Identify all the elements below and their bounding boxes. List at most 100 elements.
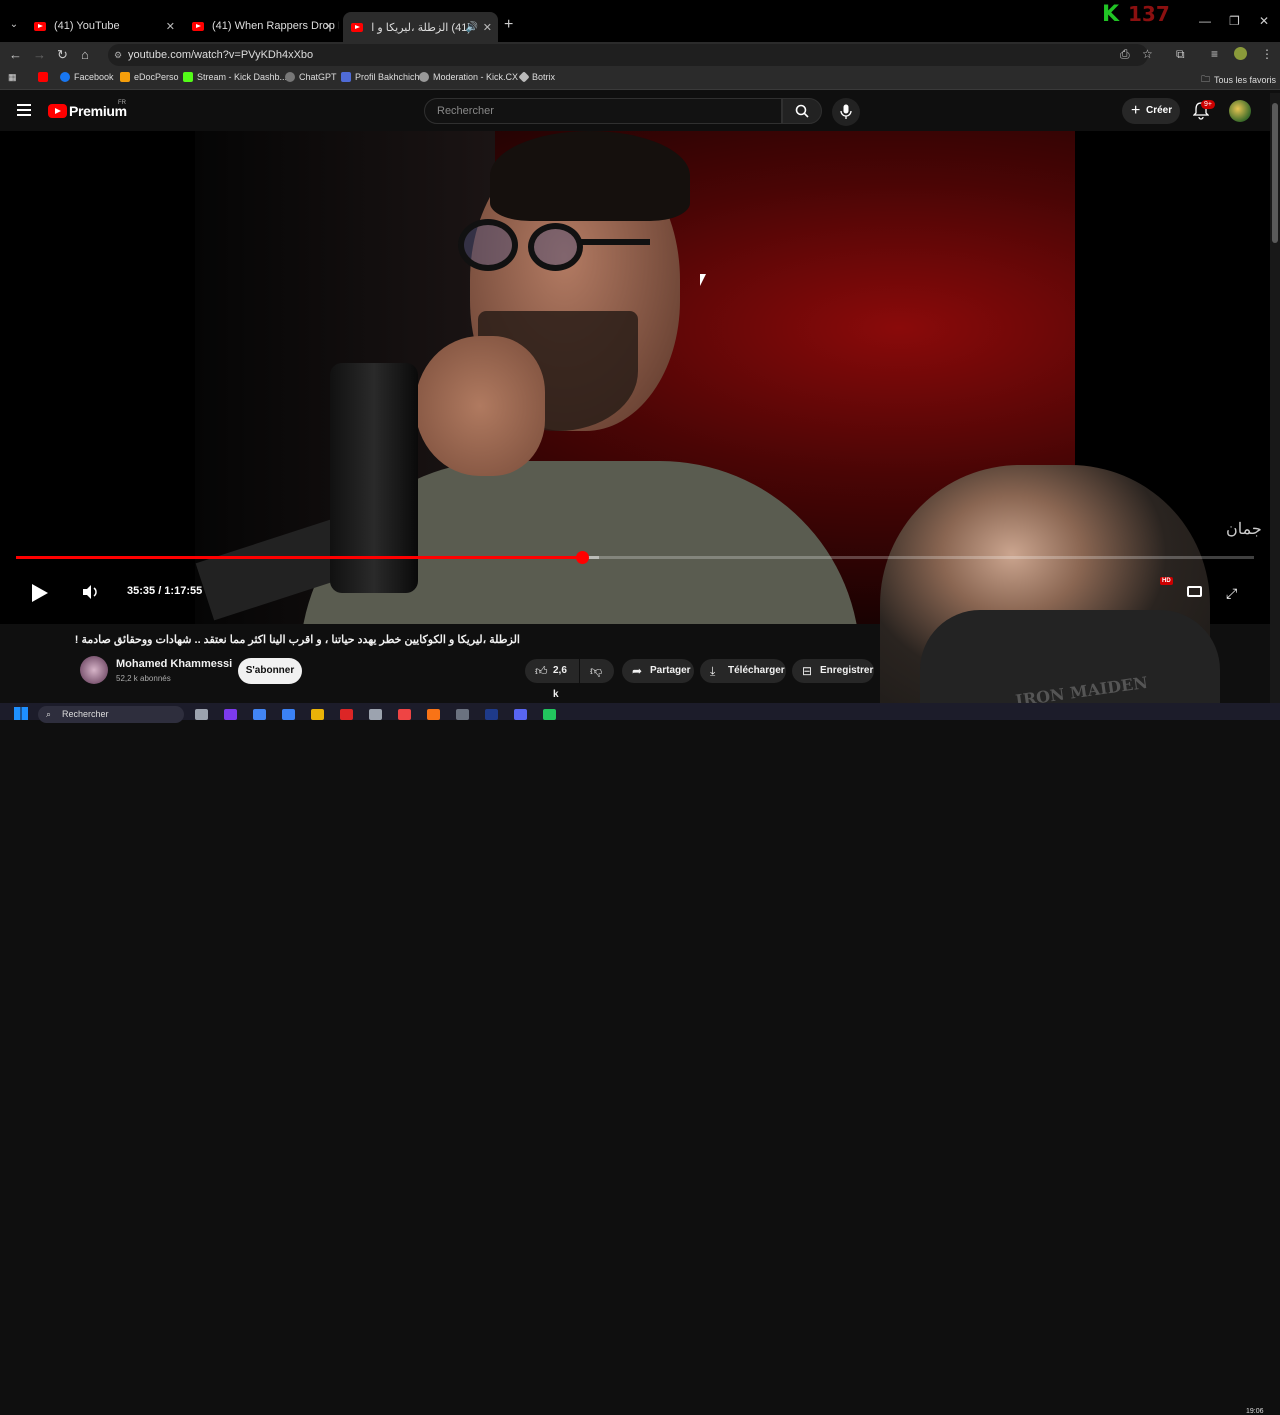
bookmark-label: eDocPerso bbox=[134, 72, 179, 82]
all-favorites-folder[interactable]: 🗀 Tous les favoris bbox=[1201, 72, 1276, 88]
bookmark-star-icon[interactable]: ☆ bbox=[1142, 47, 1153, 61]
search-input[interactable]: Rechercher bbox=[424, 98, 782, 124]
subscriber-count: 52,2 k abonnés bbox=[116, 674, 171, 683]
taskbar-app-icon[interactable] bbox=[514, 709, 527, 720]
taskbar-app-icon[interactable] bbox=[456, 709, 469, 720]
close-tab-icon[interactable]: ✕ bbox=[483, 21, 492, 34]
extensions-icon[interactable]: ⧉ bbox=[1176, 47, 1185, 62]
moderation-icon bbox=[419, 72, 429, 82]
save-button[interactable]: ⊟ Enregistrer bbox=[792, 659, 874, 683]
bookmark-moderation-kick[interactable]: Moderation - Kick.CX bbox=[419, 72, 518, 82]
back-button[interactable]: ← bbox=[9, 47, 22, 62]
channel-name[interactable]: Mohamed Khammessi bbox=[116, 658, 232, 670]
taskbar-app-icon[interactable] bbox=[311, 709, 324, 720]
video-person-glasses-arm bbox=[580, 239, 650, 245]
like-count: 2,6 k bbox=[553, 665, 567, 700]
facebook-icon bbox=[60, 72, 70, 82]
account-avatar[interactable] bbox=[1229, 100, 1251, 122]
taskbar-app-icon[interactable] bbox=[224, 709, 237, 720]
share-button[interactable]: ➦ Partager bbox=[622, 659, 694, 683]
dislike-button[interactable]: 👎︎ bbox=[580, 659, 614, 683]
bookmark-label: Facebook bbox=[74, 72, 114, 82]
search-button[interactable] bbox=[782, 98, 822, 124]
taskbar-app-icon[interactable] bbox=[485, 709, 498, 720]
botrix-icon bbox=[518, 71, 530, 83]
windows-start-icon[interactable] bbox=[14, 707, 28, 720]
close-window-button[interactable]: ✕ bbox=[1259, 14, 1269, 28]
bookmark-edocperso[interactable]: eDocPerso bbox=[120, 72, 179, 82]
new-tab-button[interactable]: + bbox=[504, 16, 513, 34]
taskbar-search[interactable]: ⌕ Rechercher bbox=[38, 706, 184, 723]
video-person-glasses-left bbox=[458, 219, 518, 271]
menu-icon[interactable] bbox=[17, 104, 31, 116]
fullscreen-icon[interactable]: ⤢ bbox=[1226, 585, 1237, 602]
minimize-button[interactable]: — bbox=[1199, 14, 1211, 28]
browser-menu-icon[interactable]: ⋮ bbox=[1261, 47, 1273, 61]
profile-avatar-icon[interactable] bbox=[1234, 47, 1247, 60]
audio-playing-icon[interactable]: 🔊 bbox=[466, 22, 478, 33]
taskbar-app-icon[interactable] bbox=[398, 709, 411, 720]
bookmark-facebook[interactable]: Facebook bbox=[60, 72, 114, 82]
bookmark-chatgpt[interactable]: ChatGPT bbox=[285, 72, 337, 82]
tab-rappers-video[interactable]: (41) When Rappers Drop Rand ✕ bbox=[184, 14, 339, 38]
bookmark-profil-bakhchich[interactable]: Profil Bakhchich bbox=[341, 72, 420, 82]
forward-button[interactable]: → bbox=[33, 47, 46, 62]
tab-current-video[interactable]: (41) الزطلة ،ليريكا و الكوكايين 🔊 ✕ bbox=[343, 12, 498, 42]
youtube-logo-icon[interactable] bbox=[48, 104, 67, 118]
youtube-header: Premium FR Rechercher + Créer 9+ bbox=[0, 90, 1280, 132]
youtube-favicon-icon bbox=[351, 22, 363, 32]
tab-label: (41) الزطلة ،ليريكا و الكوكايين bbox=[371, 21, 471, 34]
volume-icon[interactable] bbox=[82, 584, 100, 600]
scrubber-handle[interactable] bbox=[575, 551, 589, 564]
bookmark-site-icon bbox=[341, 72, 351, 82]
maximize-button[interactable]: ❐ bbox=[1229, 14, 1240, 28]
bookmark-botrix[interactable]: Botrix bbox=[518, 71, 555, 83]
tab-search-button[interactable]: ⌄ bbox=[4, 16, 24, 34]
theater-mode-icon[interactable] bbox=[1187, 586, 1202, 597]
taskbar-clock: 19:06 bbox=[1246, 1408, 1264, 1415]
install-app-icon[interactable]: ⎙ bbox=[1120, 47, 1130, 62]
thumbs-up-icon: 👍︎ bbox=[535, 664, 548, 678]
taskbar-app-icon[interactable] bbox=[369, 709, 382, 720]
youtube-favicon-icon bbox=[34, 21, 46, 31]
voice-search-button[interactable] bbox=[832, 98, 860, 126]
share-label: Partager bbox=[650, 665, 691, 676]
page-scrollbar[interactable] bbox=[1270, 93, 1280, 703]
close-tab-icon[interactable]: ✕ bbox=[166, 20, 175, 33]
region-code: FR bbox=[118, 100, 126, 106]
media-control-icon[interactable]: ≡ bbox=[1211, 47, 1218, 61]
url-field[interactable]: ⚙ youtube.com/watch?v=PVyKDh4xXbo bbox=[108, 44, 1148, 66]
taskbar-app-icon[interactable] bbox=[195, 709, 208, 720]
video-title: الزطلة ،ليريكا و الكوكايين خطر يهدد حيات… bbox=[74, 634, 520, 646]
create-button[interactable]: + Créer bbox=[1122, 98, 1180, 124]
taskbar-app-icon[interactable] bbox=[543, 709, 556, 720]
browser-tab-bar: ⌄ (41) YouTube ✕ (41) When Rappers Drop … bbox=[0, 0, 1280, 42]
microphone-icon bbox=[840, 104, 852, 119]
channel-avatar[interactable] bbox=[80, 656, 108, 684]
taskbar-app-icon[interactable] bbox=[282, 709, 295, 720]
folder-icon: 🗀 bbox=[1201, 74, 1211, 84]
home-icon[interactable]: ⌂ bbox=[81, 47, 89, 62]
close-tab-icon[interactable]: ✕ bbox=[324, 20, 333, 33]
site-info-icon[interactable]: ⚙ bbox=[114, 44, 122, 66]
play-icon[interactable] bbox=[32, 584, 48, 602]
youtube-icon bbox=[38, 72, 48, 82]
scrollbar-thumb[interactable] bbox=[1272, 103, 1278, 243]
taskbar-app-icon[interactable] bbox=[253, 709, 266, 720]
taskbar-app-icon[interactable] bbox=[340, 709, 353, 720]
reload-button[interactable]: ↻ bbox=[57, 47, 68, 63]
progress-bar[interactable] bbox=[16, 551, 1254, 564]
time-display: 35:35 / 1:17:55 bbox=[127, 585, 203, 597]
bookmark-label: ChatGPT bbox=[299, 72, 337, 82]
taskbar-app-icon[interactable] bbox=[427, 709, 440, 720]
subscribe-button[interactable]: S'abonner bbox=[238, 658, 302, 684]
chatgpt-icon bbox=[285, 72, 295, 82]
apps-grid-icon[interactable]: ▦ bbox=[8, 72, 17, 83]
kick-icon bbox=[183, 72, 193, 82]
download-button[interactable]: ⤓ Télécharger bbox=[700, 659, 786, 683]
bookmark-kick-dashboard[interactable]: Stream - Kick Dashb... bbox=[183, 72, 287, 82]
tab-youtube-home[interactable]: (41) YouTube ✕ bbox=[26, 14, 181, 38]
like-button[interactable]: 👍︎ 2,6 k bbox=[525, 659, 579, 700]
url-text: youtube.com/watch?v=PVyKDh4xXbo bbox=[128, 49, 314, 61]
youtube-bookmark[interactable] bbox=[38, 72, 52, 82]
